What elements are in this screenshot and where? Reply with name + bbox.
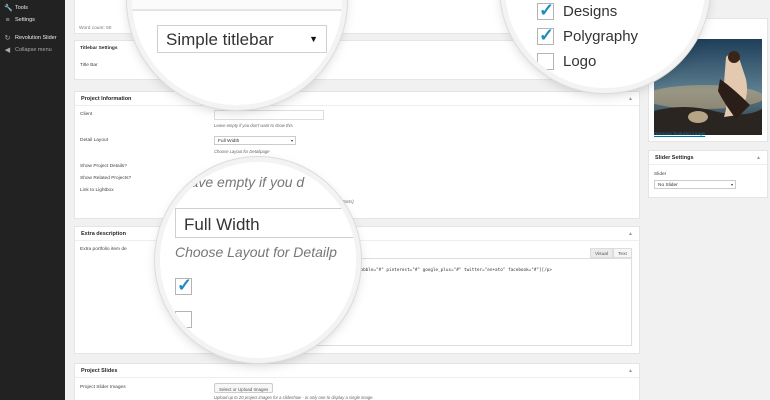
slider-settings-box: Slider Settings ▲ Slider No Slider ▾: [648, 150, 768, 198]
extra-description-header[interactable]: Extra description ▲: [75, 227, 639, 241]
editor-code: ls dribbble="#" pinterest="#" google_plu…: [345, 268, 552, 273]
project-slides-title: Project Slides: [81, 368, 118, 374]
chevron-down-icon: ▾: [730, 182, 733, 187]
logo-label: Logo: [563, 53, 597, 70]
client-input[interactable]: [214, 110, 324, 120]
project-slides-header[interactable]: Project Slides ▲: [75, 364, 639, 378]
slider-settings-title: Slider Settings: [655, 155, 694, 161]
polygraphy-checkbox[interactable]: [537, 25, 554, 46]
titlebar-select[interactable]: Simple titlebar ▼: [157, 25, 327, 53]
tab-visual[interactable]: Visual: [590, 248, 613, 258]
lightbox-label: Link to Lightbox: [80, 188, 114, 193]
magnifier-titlebar: Simple titlebar ▼: [132, 0, 342, 105]
wrench-icon: 🔧: [4, 4, 13, 12]
project-slider-images-label: Project Slider Images: [80, 385, 126, 390]
project-information-header[interactable]: Project Information ▲: [75, 92, 639, 106]
slider-select[interactable]: No Slider ▾: [654, 180, 736, 189]
slider-settings-header[interactable]: Slider Settings ▲: [649, 151, 767, 165]
sidebar-item-label: Tools: [15, 5, 28, 11]
designs-checkbox[interactable]: [537, 0, 554, 21]
sidebar-item-label: Settings: [15, 17, 35, 23]
admin-sidebar: 🔧 Tools ≡ Settings ↻ Revolution Slider ◀…: [0, 0, 65, 400]
sidebar-item-settings[interactable]: ≡ Settings: [0, 14, 65, 26]
sidebar-item-label: Collapse menu: [15, 47, 52, 53]
toggle-arrow-icon[interactable]: ▲: [628, 231, 633, 237]
logo-checkbox[interactable]: [537, 53, 554, 70]
client-label: Client: [80, 112, 93, 117]
show-details-checkbox[interactable]: [175, 275, 192, 296]
chevron-down-icon: ▼: [309, 34, 318, 44]
magnifier-detail-layout: Leave empty if you d Full Width Choose L…: [160, 162, 356, 358]
show-details-label: Show Project Details?: [80, 164, 127, 169]
titlebar-settings-title: Titlebar Settings: [80, 46, 118, 51]
extra-description-title: Extra description: [81, 231, 126, 237]
sidebar-item-revolution-slider[interactable]: ↻ Revolution Slider: [0, 32, 65, 44]
designs-label: Designs: [563, 3, 618, 20]
project-information-title: Project Information: [81, 96, 132, 102]
toggle-arrow-icon[interactable]: ▲: [628, 96, 633, 102]
refresh-icon: ↻: [4, 34, 11, 42]
extra-description-box: Extra description ▲ Extra portfolio item…: [74, 226, 640, 354]
project-information-box: Project Information ▲ Client Leave empty…: [74, 91, 640, 219]
chevron-down-icon: ▾: [290, 138, 293, 143]
detail-layout-select[interactable]: Full Width ▾: [214, 136, 296, 145]
show-related-label: Show Related Projects?: [80, 176, 132, 181]
collapse-menu-button[interactable]: ◀ Collapse menu: [0, 44, 65, 56]
client-hint: Leave empty if you don't want to show th…: [214, 123, 294, 128]
extra-portfolio-label: Extra portfolio item de: [80, 247, 127, 252]
slides-hint: Upload up to 20 project images for a sli…: [214, 395, 374, 400]
word-count: Word count: 50: [79, 26, 112, 31]
detail-layout-hint-zoomed: Choose Layout for Detailp: [175, 244, 337, 260]
remove-featured-image-link[interactable]: Remove featured image: [654, 132, 705, 137]
client-hint-zoomed: Leave empty if you d: [175, 174, 305, 190]
toggle-arrow-icon[interactable]: ▲: [628, 368, 633, 374]
sidebar-item-label: Revolution Slider: [15, 35, 57, 41]
sliders-icon: ≡: [5, 16, 10, 24]
detail-layout-select-zoomed[interactable]: Full Width: [175, 208, 356, 238]
tab-text[interactable]: Text: [613, 248, 632, 258]
upload-images-button[interactable]: Select or Upload Images: [214, 383, 274, 393]
toggle-arrow-icon[interactable]: ▲: [756, 155, 761, 161]
show-related-checkbox[interactable]: [175, 311, 192, 328]
detail-layout-label: Detail Layout: [80, 138, 108, 143]
sidebar-item-tools[interactable]: 🔧 Tools: [0, 2, 65, 14]
project-slides-box: Project Slides ▲ Project Slider Images S…: [74, 363, 640, 400]
title-bar-label: Title Bar: [80, 63, 98, 68]
slider-label: Slider: [654, 172, 667, 177]
polygraphy-label: Polygraphy: [563, 28, 639, 45]
collapse-icon: ◀: [4, 46, 11, 54]
detail-layout-hint: Choose Layout for Detailpage: [214, 149, 270, 154]
